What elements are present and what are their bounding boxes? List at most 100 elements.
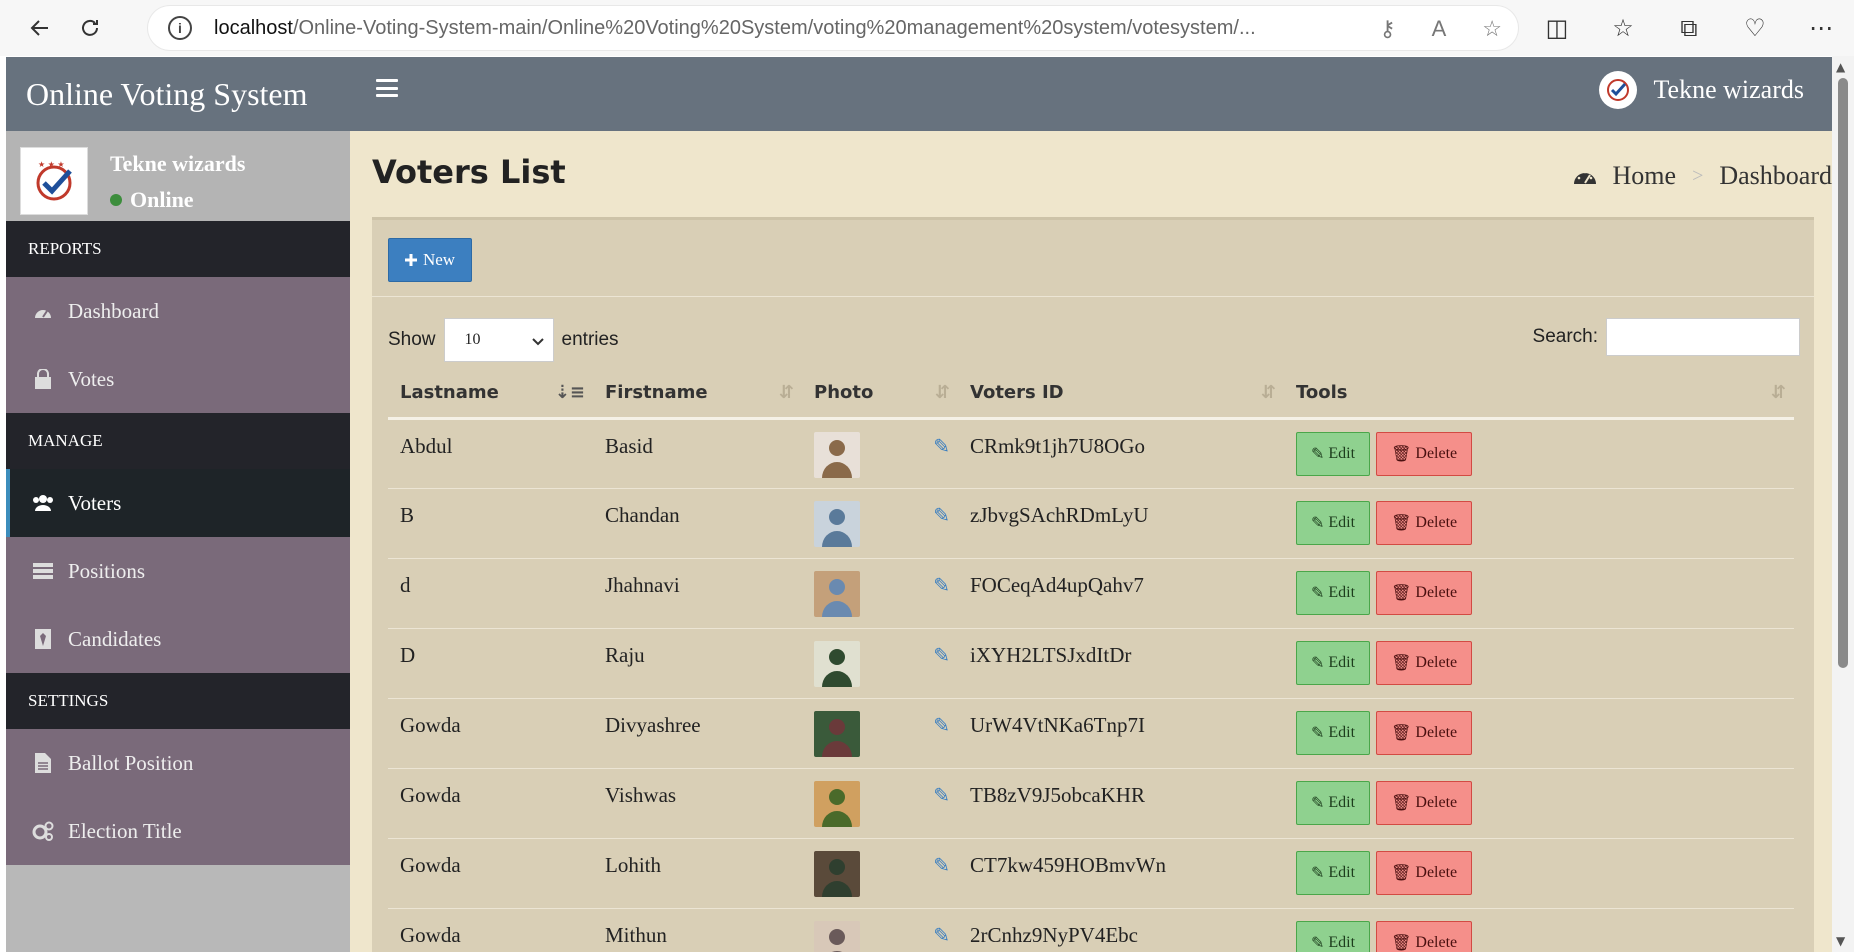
edit-icon: ✎ [1311,794,1325,812]
trash-icon: 🗑 [1391,724,1412,742]
edit-button[interactable]: ✎ Edit [1296,780,1371,825]
favorites-icon[interactable]: ☆ [1590,8,1656,48]
delete-button[interactable]: 🗑 Delete [1376,431,1473,476]
edit-label: Edit [1328,444,1356,462]
cell-tools: ✎ Edit 🗑 Delete [1284,418,1794,489]
edit-photo-icon[interactable]: ✎ [933,853,950,878]
user-menu[interactable]: Tekne wizards [1599,71,1804,109]
delete-button[interactable]: 🗑 Delete [1376,570,1473,615]
edit-button[interactable]: ✎ Edit [1296,431,1371,476]
delete-button[interactable]: 🗑 Delete [1376,710,1473,755]
chevron-down-icon [531,338,544,346]
breadcrumb-home[interactable]: Home [1613,161,1677,191]
table-row: B Chandan ✎ zJbvgSAchRDmLyU ✎ Edit 🗑 Delete [388,488,1794,559]
sidebar-item-label: Ballot Position [68,750,194,775]
cell-tools: ✎ Edit 🗑 Delete [1284,628,1794,699]
delete-button[interactable]: 🗑 Delete [1376,780,1473,825]
delete-button[interactable]: 🗑 Delete [1376,920,1473,952]
new-voter-button[interactable]: New [388,238,472,282]
delete-button[interactable]: 🗑 Delete [1376,500,1473,545]
edit-photo-icon[interactable]: ✎ [933,923,950,948]
edit-photo-icon[interactable]: ✎ [933,434,950,459]
column-header-tools[interactable]: Tools ⇵ [1284,368,1794,420]
refresh-button[interactable] [70,8,110,48]
info-icon[interactable]: i [168,16,192,40]
page-scrollbar[interactable]: ▲ ▼ [1832,56,1854,952]
section-header-settings: SETTINGS [6,673,350,729]
sidebar-item-ballot-position[interactable]: Ballot Position [6,729,350,797]
delete-label: Delete [1415,513,1458,531]
back-button[interactable] [20,8,60,48]
sidebar-item-label: Voters [68,490,122,515]
edit-icon: ✎ [1311,584,1325,602]
sidebar-item-candidates[interactable]: Candidates [6,605,350,673]
file-icon [32,752,54,774]
edit-photo-icon[interactable]: ✎ [933,503,950,528]
cell-voters-id: zJbvgSAchRDmLyU [958,488,1284,559]
browser-toolbar: i localhost/Online-Voting-System-main/On… [0,0,1854,56]
delete-button[interactable]: 🗑 Delete [1376,850,1473,895]
edit-photo-icon[interactable]: ✎ [933,713,950,738]
column-header-firstname[interactable]: Firstname ⇵ [593,368,802,420]
health-icon[interactable]: ♡ [1722,8,1788,48]
key-icon[interactable]: ⚷ [1379,16,1395,42]
edit-icon: ✎ [1311,514,1325,532]
menu-toggle-icon[interactable] [376,79,398,97]
edit-icon: ✎ [1311,445,1325,463]
read-aloud-icon[interactable]: A [1432,16,1447,42]
edit-label: Edit [1328,513,1356,531]
search-input[interactable] [1606,318,1800,356]
edit-photo-icon[interactable]: ✎ [933,573,950,598]
collections-icon[interactable]: ⧉ [1656,8,1722,48]
more-icon[interactable]: ⋯ [1788,8,1854,48]
table-row: Gowda Divyashree ✎ UrW4VtNKa6Tnp7I ✎ Edit 🗑 Del… [388,698,1794,769]
edit-button[interactable]: ✎ Edit [1296,920,1371,952]
column-header-voters-id[interactable]: Voters ID ⇵ [958,368,1284,420]
status-text: Online [130,187,194,212]
star-icon[interactable]: ☆ [1482,16,1502,42]
user-panel: ★ ★ ★ Tekne wizards Online [6,131,350,221]
edit-label: Edit [1328,793,1356,811]
scroll-down-icon[interactable]: ▼ [1836,934,1845,948]
edit-button[interactable]: ✎ Edit [1296,500,1371,545]
sort-icon: ⇵ [778,382,794,403]
plus-icon [404,254,417,266]
scroll-up-icon[interactable]: ▲ [1836,60,1845,74]
tie-icon [32,628,54,650]
sidebar-item-voters[interactable]: Voters [6,469,350,537]
page-title: Voters List [372,153,566,191]
sidebar-item-election-title[interactable]: Election Title [6,797,350,865]
edit-photo-icon[interactable]: ✎ [933,783,950,808]
column-header-photo[interactable]: Photo ⇵ [802,368,958,420]
edit-photo-icon[interactable]: ✎ [933,643,950,668]
scroll-thumb[interactable] [1838,78,1848,668]
cell-photo: ✎ [802,838,958,909]
table-row: Gowda Lohith ✎ CT7kw459HOBmvWn ✎ Edit 🗑 Delete [388,838,1794,909]
breadcrumb-separator: > [1692,164,1704,187]
cell-firstname: Raju [593,628,802,699]
address-bar[interactable]: i localhost/Online-Voting-System-main/On… [148,6,1518,50]
sidebar-item-votes[interactable]: Votes [6,345,350,413]
cell-lastname: Gowda [388,908,593,952]
edit-button[interactable]: ✎ Edit [1296,570,1371,615]
column-header-lastname[interactable]: Lastname ⇣≡ [388,368,593,420]
breadcrumb-current: Dashboard [1719,161,1832,190]
edit-button[interactable]: ✎ Edit [1296,640,1371,685]
section-header-reports: REPORTS [6,221,350,277]
app-logo[interactable]: Online Voting System [6,57,350,131]
sidebar-item-positions[interactable]: Positions [6,537,350,605]
sidebar: ★ ★ ★ Tekne wizards Online REPORTS Dashb… [6,131,350,952]
split-screen-icon[interactable]: ◫ [1524,8,1590,48]
user-avatar: ★ ★ ★ [20,147,88,215]
online-dot-icon [110,194,122,206]
delete-label: Delete [1415,723,1458,741]
sidebar-item-dashboard[interactable]: Dashboard [6,277,350,345]
delete-button[interactable]: 🗑 Delete [1376,640,1473,685]
edit-button[interactable]: ✎ Edit [1296,710,1371,755]
top-navbar: Tekne wizards [350,57,1832,131]
entries-select[interactable]: 10 [443,318,554,362]
table-row: Gowda Vishwas ✎ TB8zV9J5obcaKHR ✎ Edit 🗑 Delete [388,768,1794,839]
edit-button[interactable]: ✎ Edit [1296,850,1371,895]
cell-lastname: d [388,558,593,629]
cell-photo: ✎ [802,418,958,489]
